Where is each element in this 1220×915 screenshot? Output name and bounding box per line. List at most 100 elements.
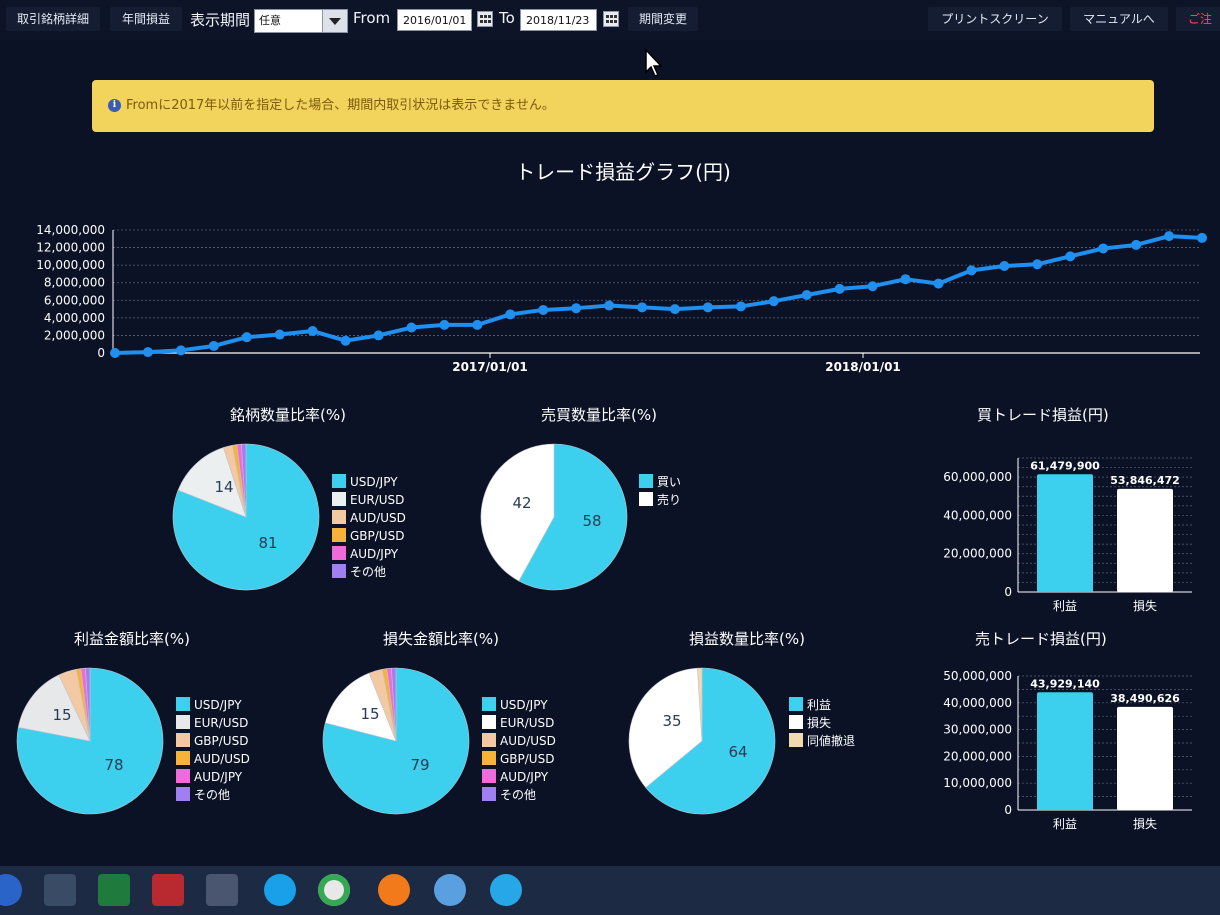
pie-data-label: 81 xyxy=(258,534,277,552)
data-point xyxy=(768,296,779,307)
data-point xyxy=(472,319,483,330)
firefox-icon[interactable] xyxy=(378,874,410,906)
x-category-label: 損失 xyxy=(1133,598,1157,613)
profit-amount-ratio-title: 利益金額比率(%) xyxy=(74,630,190,648)
legend-item: 売り xyxy=(639,491,681,509)
legend-swatch xyxy=(176,697,190,711)
pie-data-label: 79 xyxy=(410,756,429,774)
pie-data-label: 15 xyxy=(360,705,379,723)
from-label: From xyxy=(353,9,391,27)
buysell-qty-pie: 58 42 xyxy=(480,443,628,591)
y-tick-label: 12,000,000 xyxy=(36,241,105,255)
y-tick-label: 20,000,000 xyxy=(943,547,1012,561)
y-tick-label: 0 xyxy=(1004,803,1012,817)
y-tick-label: 30,000,000 xyxy=(943,723,1012,737)
chrome-icon[interactable] xyxy=(318,874,350,906)
data-point xyxy=(604,300,615,311)
legend-swatch xyxy=(332,546,346,560)
legend-swatch xyxy=(482,715,496,729)
pnl-qty-legend: 利益 損失 同値撤退 xyxy=(789,696,855,750)
legend-item: その他 xyxy=(176,786,250,804)
legend-label: AUD/USD xyxy=(350,511,406,525)
data-point xyxy=(142,347,153,358)
calendar-icon[interactable] xyxy=(603,11,619,27)
legend-item: その他 xyxy=(482,786,556,804)
notice-button[interactable]: ご注 xyxy=(1176,7,1220,31)
legend-swatch xyxy=(176,733,190,747)
legend-item: AUD/USD xyxy=(176,750,250,768)
mouse-cursor-icon xyxy=(645,48,663,77)
excel-icon[interactable] xyxy=(98,874,130,906)
data-point xyxy=(406,322,417,333)
data-point xyxy=(373,330,384,341)
legend-label: 買い xyxy=(657,475,682,489)
legend-swatch xyxy=(176,715,190,729)
legend-item: AUD/JPY xyxy=(482,768,556,786)
to-date-input[interactable]: 2018/11/23 xyxy=(520,9,597,31)
start-icon[interactable] xyxy=(0,874,22,906)
period-select[interactable]: 任意 xyxy=(254,9,348,33)
manual-button[interactable]: マニュアルへ xyxy=(1070,7,1168,31)
print-screen-button[interactable]: プリントスクリーン xyxy=(928,7,1062,31)
data-point xyxy=(867,281,878,292)
y-tick-label: 10,000,000 xyxy=(943,776,1012,790)
y-tick-label: 0 xyxy=(1004,585,1012,599)
pie-data-label: 35 xyxy=(662,712,681,730)
data-point xyxy=(1164,231,1175,242)
yearly-pnl-button[interactable]: 年間損益 xyxy=(110,7,182,31)
from-date-input[interactable]: 2016/01/01 xyxy=(397,9,472,31)
y-tick-label: 40,000,000 xyxy=(943,508,1012,522)
bar xyxy=(1117,706,1173,810)
legend-item: 利益 xyxy=(789,696,855,714)
legend-label: GBP/USD xyxy=(500,752,555,766)
legend-swatch xyxy=(176,751,190,765)
loss-amount-ratio-title: 損失金額比率(%) xyxy=(383,630,499,648)
data-point xyxy=(1131,239,1142,250)
buy-trade-pnl-bar-chart: 0 20,000,000 40,000,000 60,000,000 61,479,90… xyxy=(943,457,1192,613)
data-point xyxy=(1098,243,1109,254)
data-point xyxy=(571,303,582,314)
legend-label: AUD/JPY xyxy=(194,770,243,784)
trade-detail-button[interactable]: 取引銘柄詳細 xyxy=(6,7,100,31)
browser-blue-icon[interactable] xyxy=(264,874,296,906)
legend-label: 同値撤退 xyxy=(807,734,856,748)
loss-amount-pie: 79 15 xyxy=(322,667,470,815)
legend-label: その他 xyxy=(500,788,537,802)
pnl-qty-pie: 64 35 xyxy=(628,667,776,815)
legend-swatch xyxy=(332,510,346,524)
change-period-button[interactable]: 期間変更 xyxy=(628,7,698,31)
legend-item: USD/JPY xyxy=(176,696,250,714)
symbol-qty-ratio-title: 銘柄数量比率(%) xyxy=(230,406,346,424)
app-icon[interactable] xyxy=(44,874,76,906)
y-tick-label: 8,000,000 xyxy=(44,276,105,290)
symbol-qty-pie: 81 14 xyxy=(172,443,320,591)
data-point xyxy=(208,340,219,351)
chevron-down-icon[interactable] xyxy=(322,10,347,32)
legend-item: USD/JPY xyxy=(332,473,406,491)
x-category-label: 利益 xyxy=(1053,599,1077,613)
sell-trade-pnl-bar-chart: 0 10,000,000 20,000,000 30,000,000 40,000,00… xyxy=(943,669,1192,831)
sell-trade-pnl-title: 売トレード損益(円) xyxy=(975,630,1107,648)
legend-swatch xyxy=(789,715,803,729)
data-point xyxy=(735,301,746,312)
data-point xyxy=(702,302,713,313)
legend-label: EUR/USD xyxy=(194,716,249,730)
x-tick-label: 2018/01/01 xyxy=(825,360,901,374)
data-point xyxy=(439,319,450,330)
data-point xyxy=(933,278,944,289)
calendar-icon[interactable] xyxy=(477,11,493,27)
legend-label: USD/JPY xyxy=(350,475,398,489)
calculator-icon[interactable] xyxy=(206,874,238,906)
legend-item: 買い xyxy=(639,473,681,491)
legend-label: AUD/USD xyxy=(194,752,250,766)
y-tick-label: 20,000,000 xyxy=(943,749,1012,763)
legend-label: GBP/USD xyxy=(194,734,249,748)
data-point xyxy=(669,304,680,315)
data-point xyxy=(1197,232,1207,243)
globe-icon[interactable] xyxy=(434,874,466,906)
legend-item: EUR/USD xyxy=(176,714,250,732)
app-red-icon[interactable] xyxy=(152,874,184,906)
data-point xyxy=(538,304,549,315)
app-circle-icon[interactable] xyxy=(490,874,522,906)
y-tick-label: 4,000,000 xyxy=(44,311,105,325)
